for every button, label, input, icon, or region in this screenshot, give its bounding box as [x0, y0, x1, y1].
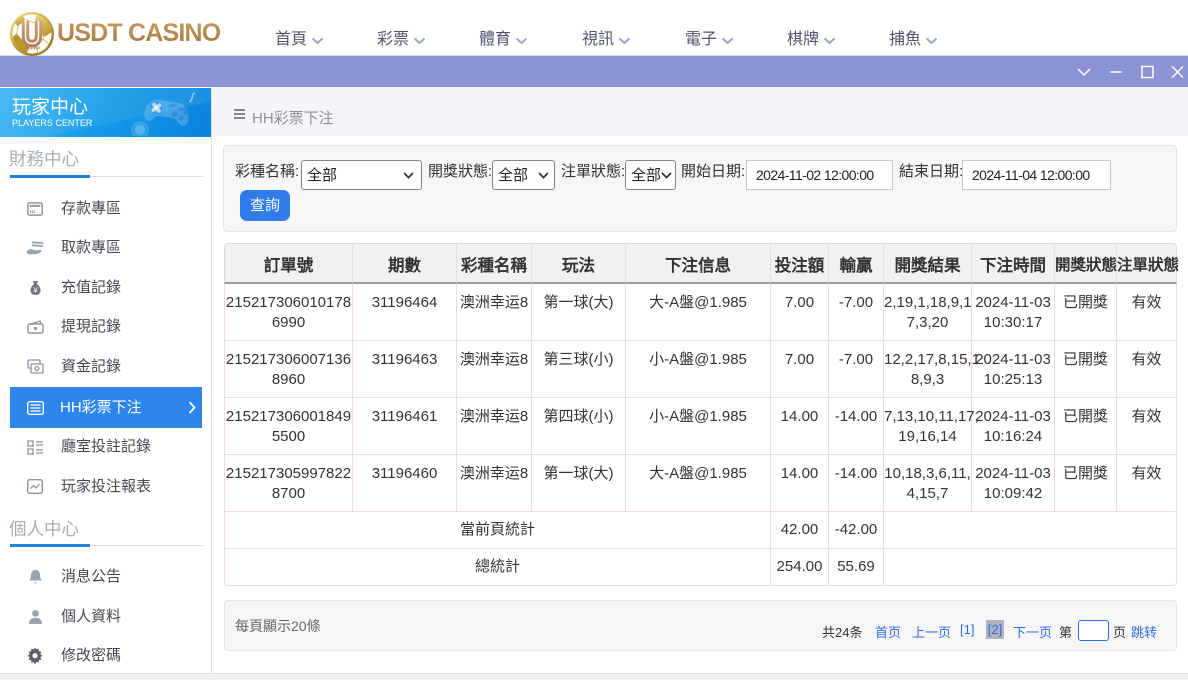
- svg-text:casino: casino: [24, 46, 40, 52]
